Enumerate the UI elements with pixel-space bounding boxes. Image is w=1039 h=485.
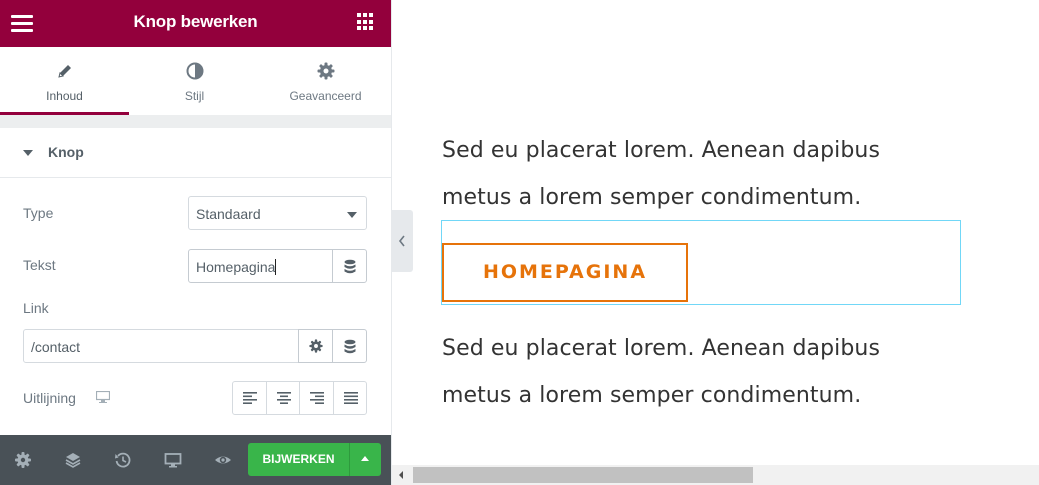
- tab-label: Stijl: [184, 89, 205, 103]
- tab-style[interactable]: Stijl: [129, 47, 260, 115]
- chevron-down-icon: [347, 212, 357, 218]
- caret-up-icon: [361, 456, 369, 461]
- homepage-button[interactable]: HOMEPAGINA: [442, 243, 688, 302]
- paragraph-line: metus a lorem semper condimentum.: [442, 185, 862, 210]
- contrast-icon: [186, 62, 203, 80]
- link-label: Link: [23, 300, 49, 316]
- database-icon: [344, 339, 356, 354]
- publish-button[interactable]: BIJWERKEN: [248, 443, 349, 476]
- database-icon: [344, 259, 356, 274]
- scrollbar-thumb[interactable]: [413, 467, 753, 483]
- text-label: Tekst: [23, 257, 56, 273]
- tab-content[interactable]: Inhoud: [0, 47, 129, 115]
- align-justify-icon: [343, 392, 358, 404]
- align-right-icon: [310, 392, 324, 404]
- settings-icon[interactable]: [14, 451, 32, 469]
- link-input[interactable]: /contact: [23, 329, 299, 363]
- paragraph-line: Sed eu placerat lorem. Aenean dapibus: [442, 336, 881, 361]
- chevron-left-icon: [398, 235, 405, 247]
- link-dynamic-tags-button[interactable]: [332, 329, 367, 363]
- history-icon[interactable]: [114, 451, 132, 469]
- align-right-button[interactable]: [300, 382, 334, 414]
- pencil-icon: [57, 65, 71, 78]
- responsive-icon[interactable]: [164, 451, 182, 469]
- align-center-icon: [276, 392, 291, 404]
- section-toggle-knop[interactable]: Knop: [0, 128, 391, 178]
- paragraph-line: metus a lorem semper condimentum.: [442, 383, 862, 408]
- text-input-value: Homepagina: [196, 259, 276, 275]
- type-label: Type: [23, 205, 54, 221]
- dynamic-tags-button[interactable]: [332, 249, 367, 283]
- link-options-button[interactable]: [298, 329, 333, 363]
- desktop-icon[interactable]: [96, 391, 110, 403]
- scroll-left-icon[interactable]: [399, 471, 403, 479]
- horizontal-scrollbar[interactable]: [392, 465, 1039, 485]
- caret-down-icon: [23, 150, 33, 156]
- link-input-value: /contact: [31, 339, 81, 355]
- grid-icon[interactable]: [357, 13, 375, 31]
- alignment-label: Uitlijning: [23, 390, 76, 406]
- type-select-value: Standaard: [196, 206, 261, 222]
- panel-title: Knop bewerken: [133, 12, 258, 31]
- gear-icon: [309, 339, 323, 353]
- align-justify-button[interactable]: [334, 382, 368, 414]
- editor-panel: Knop bewerken Inhoud Stijl Geavanceerd K…: [0, 0, 391, 485]
- tab-advanced[interactable]: Geavanceerd: [260, 47, 391, 115]
- align-left-icon: [243, 392, 257, 404]
- panel-divider: [0, 115, 391, 128]
- paragraph-top: Sed eu placerat lorem. Aenean dapibus me…: [442, 127, 962, 221]
- panel-tabs: Inhoud Stijl Geavanceerd: [0, 47, 391, 115]
- type-select[interactable]: Standaard: [188, 196, 367, 230]
- collapse-panel-button[interactable]: [392, 210, 413, 272]
- publish-options-button[interactable]: [349, 443, 381, 476]
- tab-label: Geavanceerd: [289, 89, 362, 103]
- gear-icon: [317, 62, 334, 80]
- alignment-button-group: [232, 381, 367, 415]
- text-cursor: [275, 259, 277, 275]
- tab-label: Inhoud: [46, 89, 83, 103]
- align-left-button[interactable]: [233, 382, 267, 414]
- paragraph-bottom: Sed eu placerat lorem. Aenean dapibus me…: [442, 325, 962, 419]
- align-center-button[interactable]: [267, 382, 300, 414]
- paragraph-line: Sed eu placerat lorem. Aenean dapibus: [442, 138, 881, 163]
- panel-header: Knop bewerken: [0, 0, 391, 47]
- section-title: Knop: [48, 144, 84, 160]
- layers-icon[interactable]: [64, 451, 82, 469]
- text-input[interactable]: Homepagina: [188, 249, 333, 283]
- preview-eye-icon[interactable]: [214, 451, 232, 469]
